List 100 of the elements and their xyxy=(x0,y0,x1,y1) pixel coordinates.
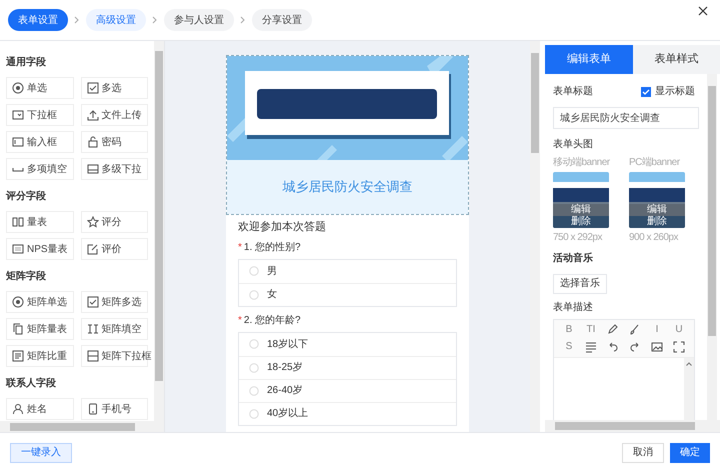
edit-button[interactable]: 编辑 xyxy=(629,204,685,216)
field-type-button[interactable]: 文件上传 xyxy=(80,104,148,126)
scrollbar[interactable] xyxy=(530,41,540,432)
checkbox-icon xyxy=(86,296,99,308)
dropdown-icon xyxy=(86,350,99,362)
banner-caption: PC端banner xyxy=(629,156,681,170)
checkbox[interactable] xyxy=(641,86,651,97)
banner-size: 900 x 260px xyxy=(629,231,680,246)
field-type-button[interactable]: 输入框 xyxy=(6,131,74,153)
radio-icon xyxy=(249,386,259,396)
group-title: 矩阵字段 xyxy=(6,269,47,284)
nps-icon xyxy=(12,243,24,255)
one-click-import-button[interactable]: 一键录入 xyxy=(10,442,72,462)
option-row[interactable]: 18岁以下 xyxy=(239,332,456,356)
field-type-button[interactable]: 矩阵量表 xyxy=(6,318,74,340)
option-row[interactable]: 40岁以上 xyxy=(239,402,456,424)
fullscreen-icon[interactable] xyxy=(673,340,685,353)
field-type-button[interactable]: 矩阵单选 xyxy=(6,291,74,313)
required-mark: * xyxy=(238,240,242,254)
radio-icon xyxy=(249,290,259,300)
copy-icon xyxy=(12,323,24,335)
field-type-button[interactable]: 多级下拉 xyxy=(80,158,148,180)
step-tab[interactable]: 表单设置 xyxy=(8,9,68,31)
choose-music-button[interactable]: 选择音乐 xyxy=(553,274,607,294)
option-row[interactable]: 女 xyxy=(239,282,456,306)
step-tab[interactable]: 参与人设置 xyxy=(164,9,234,31)
upload-icon xyxy=(86,109,99,121)
chevron-icon xyxy=(152,16,158,24)
format-button[interactable]: I xyxy=(646,322,668,337)
step-tab[interactable]: 高级设置 xyxy=(86,9,146,31)
panel-tab[interactable]: 编辑表单 xyxy=(545,45,632,74)
question-title: 1. 您的性别? xyxy=(244,240,301,254)
person-icon xyxy=(12,403,24,415)
close-icon[interactable] xyxy=(698,6,708,16)
chevron-icon xyxy=(240,16,246,24)
scrollbar[interactable] xyxy=(707,74,717,420)
format-button[interactable]: TI xyxy=(580,322,602,337)
field-type-button[interactable]: 密码 xyxy=(80,131,148,153)
field-type-button[interactable]: NPS量表 xyxy=(6,238,74,260)
field-type-button[interactable]: 姓名 xyxy=(6,398,74,420)
dropdown-icon xyxy=(12,109,24,121)
field-type-button[interactable]: 矩阵多选 xyxy=(80,291,148,313)
confirm-button[interactable]: 确定 xyxy=(670,442,710,462)
list-icon xyxy=(12,350,24,362)
undo-icon[interactable] xyxy=(607,340,619,353)
align-icon[interactable] xyxy=(585,340,597,353)
input-icon xyxy=(12,136,24,148)
image-icon[interactable] xyxy=(651,340,663,353)
scrollbar[interactable] xyxy=(684,358,694,420)
edit-icon xyxy=(86,243,99,255)
panel-tab[interactable]: 表单样式 xyxy=(632,45,720,74)
delete-button[interactable]: 删除 xyxy=(629,216,685,228)
field-label: 表单描述 xyxy=(553,300,594,315)
question-title: 2. 您的年龄? xyxy=(244,314,301,328)
banner-caption: 移动端banner xyxy=(553,156,611,170)
field-type-button[interactable]: 矩阵比重 xyxy=(6,345,74,367)
redo-icon[interactable] xyxy=(629,340,641,353)
field-type-button[interactable]: 多项填空 xyxy=(6,158,74,180)
edit-button[interactable]: 编辑 xyxy=(553,204,609,216)
field-type-button[interactable]: 量表 xyxy=(6,211,74,233)
field-label: 表单标题 xyxy=(553,84,593,100)
scale-icon xyxy=(12,216,24,228)
radio-icon xyxy=(12,82,24,94)
group-title: 联系人字段 xyxy=(6,376,57,391)
cursor-icon xyxy=(86,323,99,335)
field-type-button[interactable]: 矩阵填空 xyxy=(80,318,148,340)
field-type-button[interactable]: 评价 xyxy=(80,238,148,260)
star-icon xyxy=(86,216,99,228)
field-type-button[interactable]: 下拉框 xyxy=(6,104,74,126)
option-row[interactable]: 26-40岁 xyxy=(239,378,456,402)
banner-size: 750 x 292px xyxy=(553,231,604,246)
field-type-button[interactable]: 手机号 xyxy=(80,398,148,420)
scrollbar[interactable] xyxy=(545,420,720,432)
pen-icon[interactable] xyxy=(607,324,619,336)
radio-icon xyxy=(12,296,24,308)
chevron-icon xyxy=(74,16,80,24)
radio-icon xyxy=(249,339,259,349)
cascade-icon xyxy=(86,163,99,175)
required-mark: * xyxy=(238,314,242,328)
title-input[interactable]: 城乡居民防火安全调查 xyxy=(553,107,699,130)
checkbox-icon xyxy=(86,82,99,94)
field-label: 表单头图 xyxy=(553,138,594,152)
cancel-button[interactable]: 取消 xyxy=(622,442,664,462)
arrow-up-icon xyxy=(686,362,692,366)
brush-icon[interactable] xyxy=(629,324,641,336)
option-row[interactable]: 18-25岁 xyxy=(239,356,456,378)
field-type-button[interactable]: 单选 xyxy=(6,77,74,99)
option-row[interactable]: 男 xyxy=(239,260,456,282)
form-subtitle: 城乡居民防火安全调查 xyxy=(227,160,468,214)
field-type-button[interactable]: 评分 xyxy=(80,211,148,233)
radio-icon xyxy=(249,362,259,372)
welcome-text: 欢迎参加本次答题 xyxy=(238,220,327,235)
delete-button[interactable]: 删除 xyxy=(553,216,609,228)
step-tab[interactable]: 分享设置 xyxy=(252,9,312,31)
phone-icon xyxy=(86,403,99,415)
group-title: 通用字段 xyxy=(6,55,47,70)
field-type-button[interactable]: 多选 xyxy=(80,77,148,99)
scrollbar[interactable] xyxy=(0,421,164,432)
lock-icon xyxy=(86,136,99,148)
scrollbar[interactable] xyxy=(154,41,164,421)
